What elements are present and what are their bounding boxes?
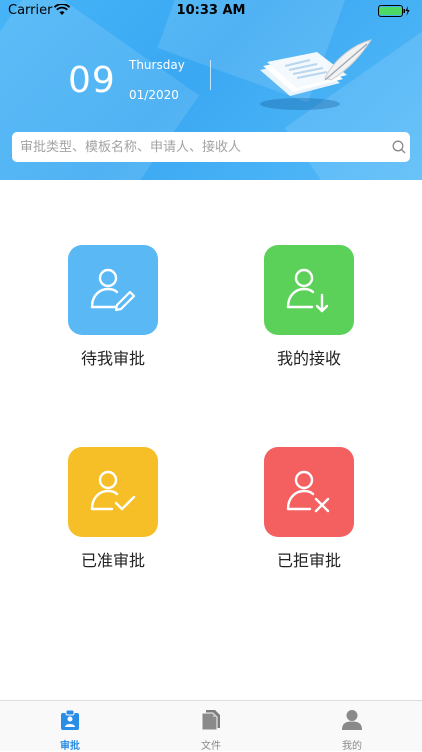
date-day: 09 [68,60,116,101]
tab-approval[interactable]: 审批 [0,701,140,752]
status-time: 10:33 AM [176,3,246,18]
tile-my-received-label: 我的接收 [276,349,341,368]
battery-icon [378,5,410,17]
user-check-icon [90,470,136,511]
tab-profile[interactable]: 我的 [282,701,422,752]
tile-my-received[interactable]: 我的接收 [234,245,384,385]
tab-bar: 审批 文件 我的 [0,700,422,752]
date-divider [210,60,211,90]
search-icon[interactable] [392,140,406,154]
tile-approved[interactable]: 已准审批 [38,447,188,587]
date-weekday: Thursday [129,58,185,72]
file-icon [201,710,220,731]
document-quill-icon [260,39,373,110]
tile-approved-box[interactable] [68,447,158,537]
tab-files[interactable]: 文件 [141,701,281,752]
tile-pending-approval[interactable]: 待我审批 [38,245,188,385]
user-edit-icon [90,268,136,312]
profile-icon [342,710,362,730]
tile-approved-label: 已准审批 [80,551,145,570]
tile-rejected-label: 已拒审批 [276,551,341,570]
tile-rejected[interactable]: 已拒审批 [234,447,384,587]
search-input[interactable] [20,132,380,162]
date-month-year: 01/2020 [129,88,179,102]
tile-rejected-box[interactable] [264,447,354,537]
approval-icon [61,709,79,730]
tile-my-received-box[interactable] [264,245,354,335]
search-bar[interactable] [12,132,410,162]
tile-pending-approval-label: 待我审批 [80,349,145,368]
user-reject-icon [286,470,330,513]
status-bar: Carrier 10:33 AM [0,0,422,22]
header-banner: Carrier 10:33 AM 09 Thursday 01/2020 [0,0,422,180]
user-download-icon [286,268,329,313]
tile-pending-approval-box[interactable] [68,245,158,335]
